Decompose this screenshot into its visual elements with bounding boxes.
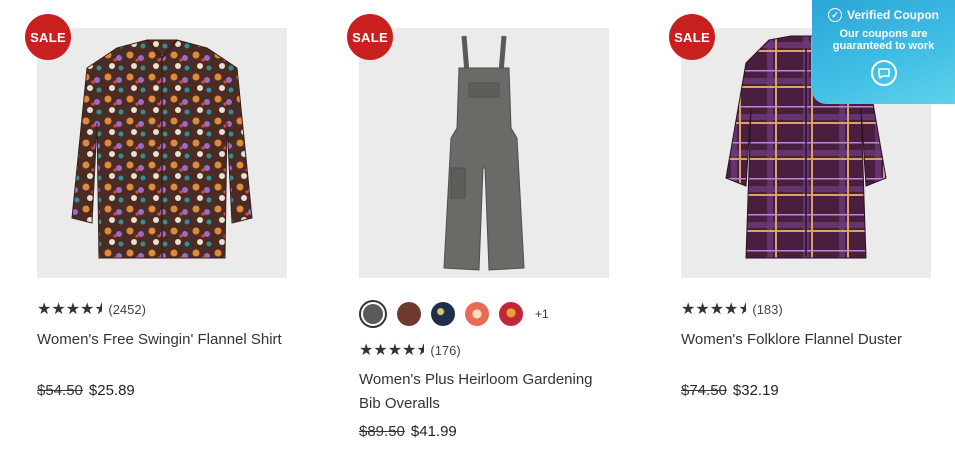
product-price: $54.50 $25.89: [37, 382, 135, 399]
rating-count: (183): [752, 301, 783, 317]
product-image[interactable]: [37, 28, 287, 278]
product-title-line2: Bib Overalls: [359, 395, 440, 412]
sale-price: $25.89: [88, 382, 135, 399]
more-swatches[interactable]: +1: [535, 307, 549, 321]
product-title[interactable]: Women's Free Swingin' Flannel Shirt: [37, 328, 289, 352]
product-rating[interactable]: ★★★★★ (176): [359, 340, 461, 360]
product-title[interactable]: Women's Plus Heirloom Gardening Bib Over…: [359, 368, 611, 416]
coupon-heading: Verified Coupon: [846, 8, 939, 22]
original-price: $54.50: [37, 382, 83, 399]
coupon-header: ✓ Verified Coupon: [812, 8, 955, 22]
rating-stars-icon: ★★★★★: [37, 301, 103, 318]
product-image[interactable]: [359, 28, 609, 278]
swatch-coral-floral[interactable]: [465, 302, 489, 326]
rating-count: (176): [430, 342, 461, 358]
coupon-line2: guaranteed to work: [832, 40, 935, 52]
product-title[interactable]: Women's Folklore Flannel Duster: [681, 328, 933, 352]
shirt-image: [71, 39, 253, 259]
product-title-line1: Women's Plus Heirloom Gardening: [359, 371, 593, 388]
original-price: $89.50: [359, 423, 405, 440]
overalls-image: [443, 35, 525, 271]
coupon-subtext: Our coupons are guaranteed to work: [812, 28, 955, 52]
product-rating[interactable]: ★★★★★ (2452): [37, 299, 146, 319]
original-price: $74.50: [681, 382, 727, 399]
sale-badge: SALE: [669, 14, 715, 60]
product-rating[interactable]: ★★★★★ (183): [681, 299, 783, 319]
swatch-selected[interactable]: [359, 300, 387, 328]
swatch-navy-floral[interactable]: [431, 302, 455, 326]
product-price: $89.50 $41.99: [359, 423, 457, 440]
sale-badge: SALE: [25, 14, 71, 60]
swatch-brown[interactable]: [397, 302, 421, 326]
sale-price: $32.19: [732, 382, 779, 399]
check-circle-icon: ✓: [827, 8, 842, 22]
product-price: $74.50 $32.19: [681, 382, 779, 399]
sale-price: $41.99: [410, 423, 457, 440]
color-swatches: +1: [359, 300, 549, 328]
sale-badge: SALE: [347, 14, 393, 60]
chat-bubble-icon[interactable]: [870, 60, 897, 86]
rating-stars-icon: ★★★★★: [359, 342, 425, 359]
rating-count: (2452): [108, 301, 146, 317]
verified-coupon-widget[interactable]: ✓ Verified Coupon Our coupons are guaran…: [812, 0, 955, 104]
rating-stars-icon: ★★★★★: [681, 301, 747, 318]
swatch-red-floral[interactable]: [499, 302, 523, 326]
coupon-line1: Our coupons are: [839, 28, 928, 40]
